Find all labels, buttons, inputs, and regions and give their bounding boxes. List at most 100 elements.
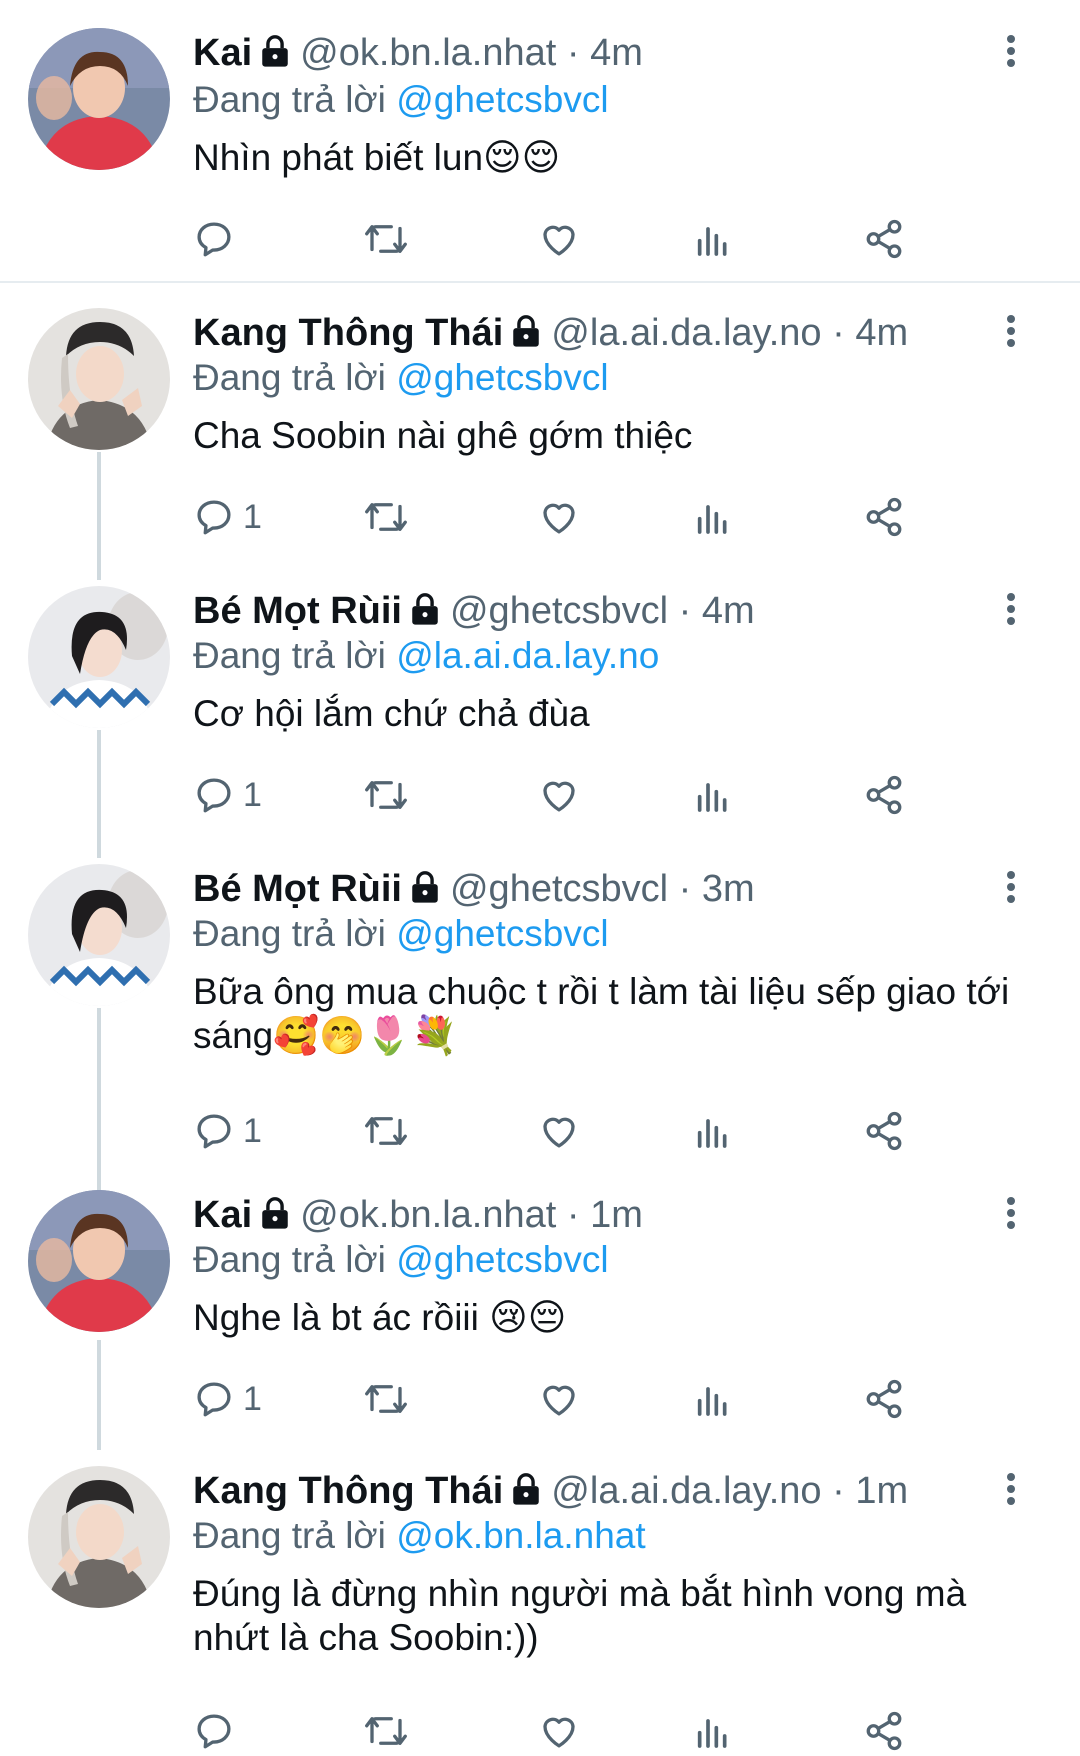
reply-button[interactable]: 1 xyxy=(193,492,262,542)
views-button[interactable] xyxy=(693,1106,733,1156)
like-button[interactable] xyxy=(538,492,580,542)
mention-link[interactable]: @ok.bn.la.nhat xyxy=(396,1515,645,1556)
timestamp[interactable]: 4m xyxy=(702,590,755,632)
mention-link[interactable]: @ghetcsbvcl xyxy=(396,1239,608,1280)
like-button[interactable] xyxy=(538,1106,580,1156)
author-handle[interactable]: @ghetcsbvcl xyxy=(450,590,668,632)
reply-context: Đang trả lời @ghetcsbvcl xyxy=(193,911,609,957)
tweet[interactable]: Kai @ok.bn.la.nhat · 4m Đang trả lời @ghe… xyxy=(0,0,1080,282)
heart-icon xyxy=(543,781,575,812)
tweet-text: Nghe là bt ác rồiii 😢😔 xyxy=(193,1297,567,1338)
like-button[interactable] xyxy=(538,1374,580,1424)
timestamp[interactable]: 3m xyxy=(702,868,755,910)
like-button[interactable] xyxy=(538,214,580,264)
views-button[interactable] xyxy=(693,492,733,542)
author-handle[interactable]: @ok.bn.la.nhat xyxy=(300,1194,556,1236)
tweet-text: Nhìn phát biết lun😌😌 xyxy=(193,137,561,178)
avatar[interactable] xyxy=(28,28,170,170)
reply-context: Đang trả lời @la.ai.da.lay.no xyxy=(193,633,659,679)
retweet-button[interactable] xyxy=(363,1706,409,1756)
action-bar: 1 xyxy=(193,770,1023,820)
timestamp[interactable]: 1m xyxy=(590,1194,643,1236)
share-icon xyxy=(866,219,902,259)
views-icon xyxy=(697,227,727,256)
author-name[interactable]: Kang Thông Thái xyxy=(193,1470,503,1512)
avatar[interactable] xyxy=(28,1190,170,1332)
author-name[interactable]: Bé Mọt Rùii xyxy=(193,868,402,910)
reply-icon xyxy=(197,1114,231,1149)
reply-prefix: Đang trả lời xyxy=(193,1515,386,1556)
views-icon xyxy=(697,783,727,812)
reply-button[interactable] xyxy=(193,214,243,264)
avatar[interactable] xyxy=(28,586,170,728)
like-button[interactable] xyxy=(538,1706,580,1756)
views-button[interactable] xyxy=(693,770,733,820)
share-button[interactable] xyxy=(863,492,905,542)
author-name[interactable]: Kai xyxy=(193,32,252,74)
author-name[interactable]: Kang Thông Thái xyxy=(193,312,503,354)
separator: · xyxy=(678,868,692,910)
separator: · xyxy=(678,590,692,632)
reply-button[interactable]: 1 xyxy=(193,1106,262,1156)
share-button[interactable] xyxy=(863,1706,905,1756)
more-vertical-icon[interactable] xyxy=(1004,1472,1018,1511)
author-handle[interactable]: @ok.bn.la.nhat xyxy=(300,32,556,74)
tweet[interactable]: Kang Thông Thái @la.ai.da.lay.no · 4m Đan… xyxy=(0,300,1080,560)
views-icon xyxy=(697,1387,727,1416)
reply-icon xyxy=(197,778,231,813)
tweet[interactable]: Kang Thông Thái @la.ai.da.lay.no · 1m Đan… xyxy=(0,1466,1080,1754)
action-bar xyxy=(193,1706,1023,1756)
reply-icon xyxy=(197,1714,231,1749)
avatar[interactable] xyxy=(28,864,170,1006)
reply-prefix: Đang trả lời xyxy=(193,79,386,120)
like-button[interactable] xyxy=(538,770,580,820)
author-handle[interactable]: @la.ai.da.lay.no xyxy=(551,312,821,354)
more-vertical-icon[interactable] xyxy=(1004,314,1018,353)
tweet[interactable]: Bé Mọt Rùii @ghetcsbvcl · 3m Đang trả lời… xyxy=(0,856,1080,1174)
mention-link[interactable]: @ghetcsbvcl xyxy=(396,79,608,120)
share-button[interactable] xyxy=(863,770,905,820)
timestamp[interactable]: 1m xyxy=(855,1470,908,1512)
mention-link[interactable]: @ghetcsbvcl xyxy=(396,913,608,954)
more-vertical-icon[interactable] xyxy=(1004,1196,1018,1235)
views-button[interactable] xyxy=(693,1706,733,1756)
timestamp[interactable]: 4m xyxy=(590,32,643,74)
views-button[interactable] xyxy=(693,214,733,264)
reply-button[interactable]: 1 xyxy=(193,1374,262,1424)
avatar[interactable] xyxy=(28,1466,170,1608)
retweet-button[interactable] xyxy=(363,1374,409,1424)
retweet-button[interactable] xyxy=(363,1106,409,1156)
author-name[interactable]: Kai xyxy=(193,1194,252,1236)
views-button[interactable] xyxy=(693,1374,733,1424)
reply-button[interactable] xyxy=(193,1706,243,1756)
more-vertical-icon[interactable] xyxy=(1004,34,1018,73)
share-button[interactable] xyxy=(863,214,905,264)
timestamp[interactable]: 4m xyxy=(855,312,908,354)
retweet-button[interactable] xyxy=(363,214,409,264)
reply-button[interactable]: 1 xyxy=(193,770,262,820)
separator: · xyxy=(832,312,845,354)
reply-prefix: Đang trả lời xyxy=(193,913,386,954)
tweet[interactable]: Kai @ok.bn.la.nhat · 1m Đang trả lời @ghe… xyxy=(0,1190,1080,1452)
mention-link[interactable]: @ghetcsbvcl xyxy=(396,357,608,398)
author-handle[interactable]: @ghetcsbvcl xyxy=(450,868,668,910)
retweet-button[interactable] xyxy=(363,770,409,820)
share-button[interactable] xyxy=(863,1374,905,1424)
more-vertical-icon[interactable] xyxy=(1004,870,1018,909)
lock-icon xyxy=(258,1195,292,1241)
reply-icon xyxy=(197,222,231,257)
mention-link[interactable]: @la.ai.da.lay.no xyxy=(396,635,659,676)
more-vertical-icon[interactable] xyxy=(1004,592,1018,631)
lock-icon xyxy=(509,1471,543,1517)
separator: · xyxy=(566,32,580,74)
share-button[interactable] xyxy=(863,1106,905,1156)
tweet[interactable]: Bé Mọt Rùii @ghetcsbvcl · 4m Đang trả lời… xyxy=(0,578,1080,838)
reply-count: 1 xyxy=(243,1111,262,1150)
author-name[interactable]: Bé Mọt Rùii xyxy=(193,590,402,632)
avatar[interactable] xyxy=(28,308,170,450)
reply-context: Đang trả lời @ghetcsbvcl xyxy=(193,355,609,401)
retweet-button[interactable] xyxy=(363,492,409,542)
action-bar xyxy=(193,214,1023,264)
author-handle[interactable]: @la.ai.da.lay.no xyxy=(551,1470,821,1512)
retweet-icon xyxy=(365,1117,407,1145)
